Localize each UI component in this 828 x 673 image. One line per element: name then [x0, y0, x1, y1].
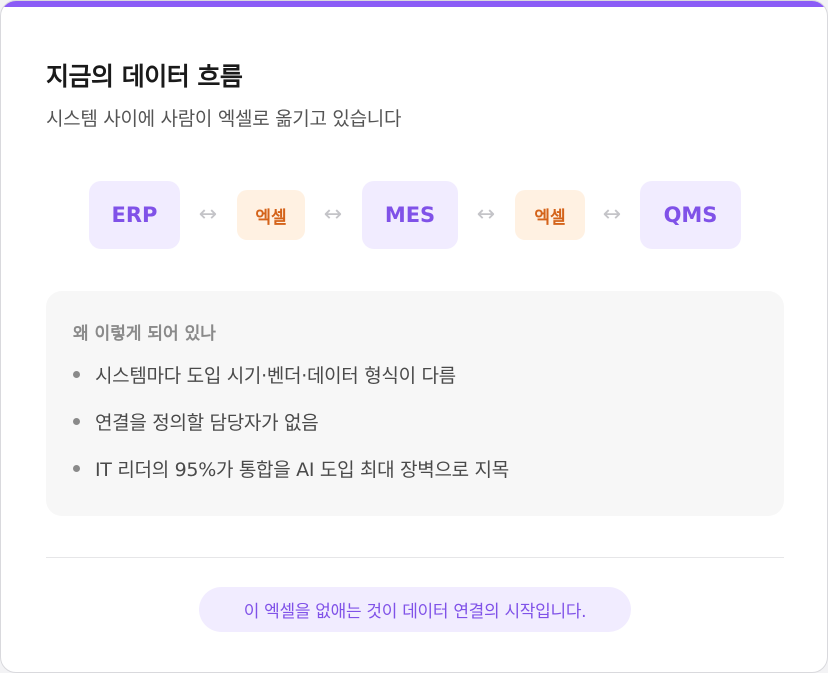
card-subtitle: 시스템 사이에 사람이 엑셀로 옮기고 있습니다 [46, 108, 402, 130]
accent-top-bar [1, 1, 827, 7]
reasons-panel: 왜 이렇게 되어 있나 시스템마다 도입 시기·벤더·데이터 형식이 다름 연결… [46, 291, 784, 516]
data-flow-diagram: ERP ↔ 엑셀 ↔ MES ↔ 엑셀 ↔ QMS [1, 181, 827, 249]
bullet-icon [73, 417, 80, 425]
system-node-mes: MES [362, 181, 458, 249]
excel-bridge-2: 엑셀 [515, 190, 585, 240]
divider [46, 557, 784, 558]
bullet-icon [73, 464, 80, 472]
card-title: 지금의 데이터 흐름 [46, 62, 243, 91]
excel-bridge-1: 엑셀 [237, 190, 305, 240]
list-item: 시스템마다 도입 시기·벤더·데이터 형식이 다름 [73, 361, 456, 387]
bidirectional-arrow-icon: ↔ [602, 202, 622, 227]
bullet-icon [73, 370, 80, 378]
reason-text: 시스템마다 도입 시기·벤더·데이터 형식이 다름 [95, 364, 456, 387]
reason-text: 연결을 정의할 담당자가 없음 [95, 411, 319, 434]
system-node-qms: QMS [640, 181, 741, 249]
system-node-erp: ERP [89, 181, 180, 249]
list-item: 연결을 정의할 담당자가 없음 [73, 408, 319, 434]
reasons-title: 왜 이렇게 되어 있나 [73, 324, 216, 344]
bidirectional-arrow-icon: ↔ [476, 202, 496, 227]
conclusion-pill: 이 엑셀을 없애는 것이 데이터 연결의 시작입니다. [199, 587, 631, 632]
bidirectional-arrow-icon: ↔ [323, 202, 343, 227]
list-item: IT 리더의 95%가 통합을 AI 도입 최대 장벽으로 지목 [73, 455, 509, 481]
data-flow-card: 지금의 데이터 흐름 시스템 사이에 사람이 엑셀로 옮기고 있습니다 ERP … [0, 0, 828, 673]
reason-text: IT 리더의 95%가 통합을 AI 도입 최대 장벽으로 지목 [95, 458, 509, 481]
bidirectional-arrow-icon: ↔ [198, 202, 218, 227]
